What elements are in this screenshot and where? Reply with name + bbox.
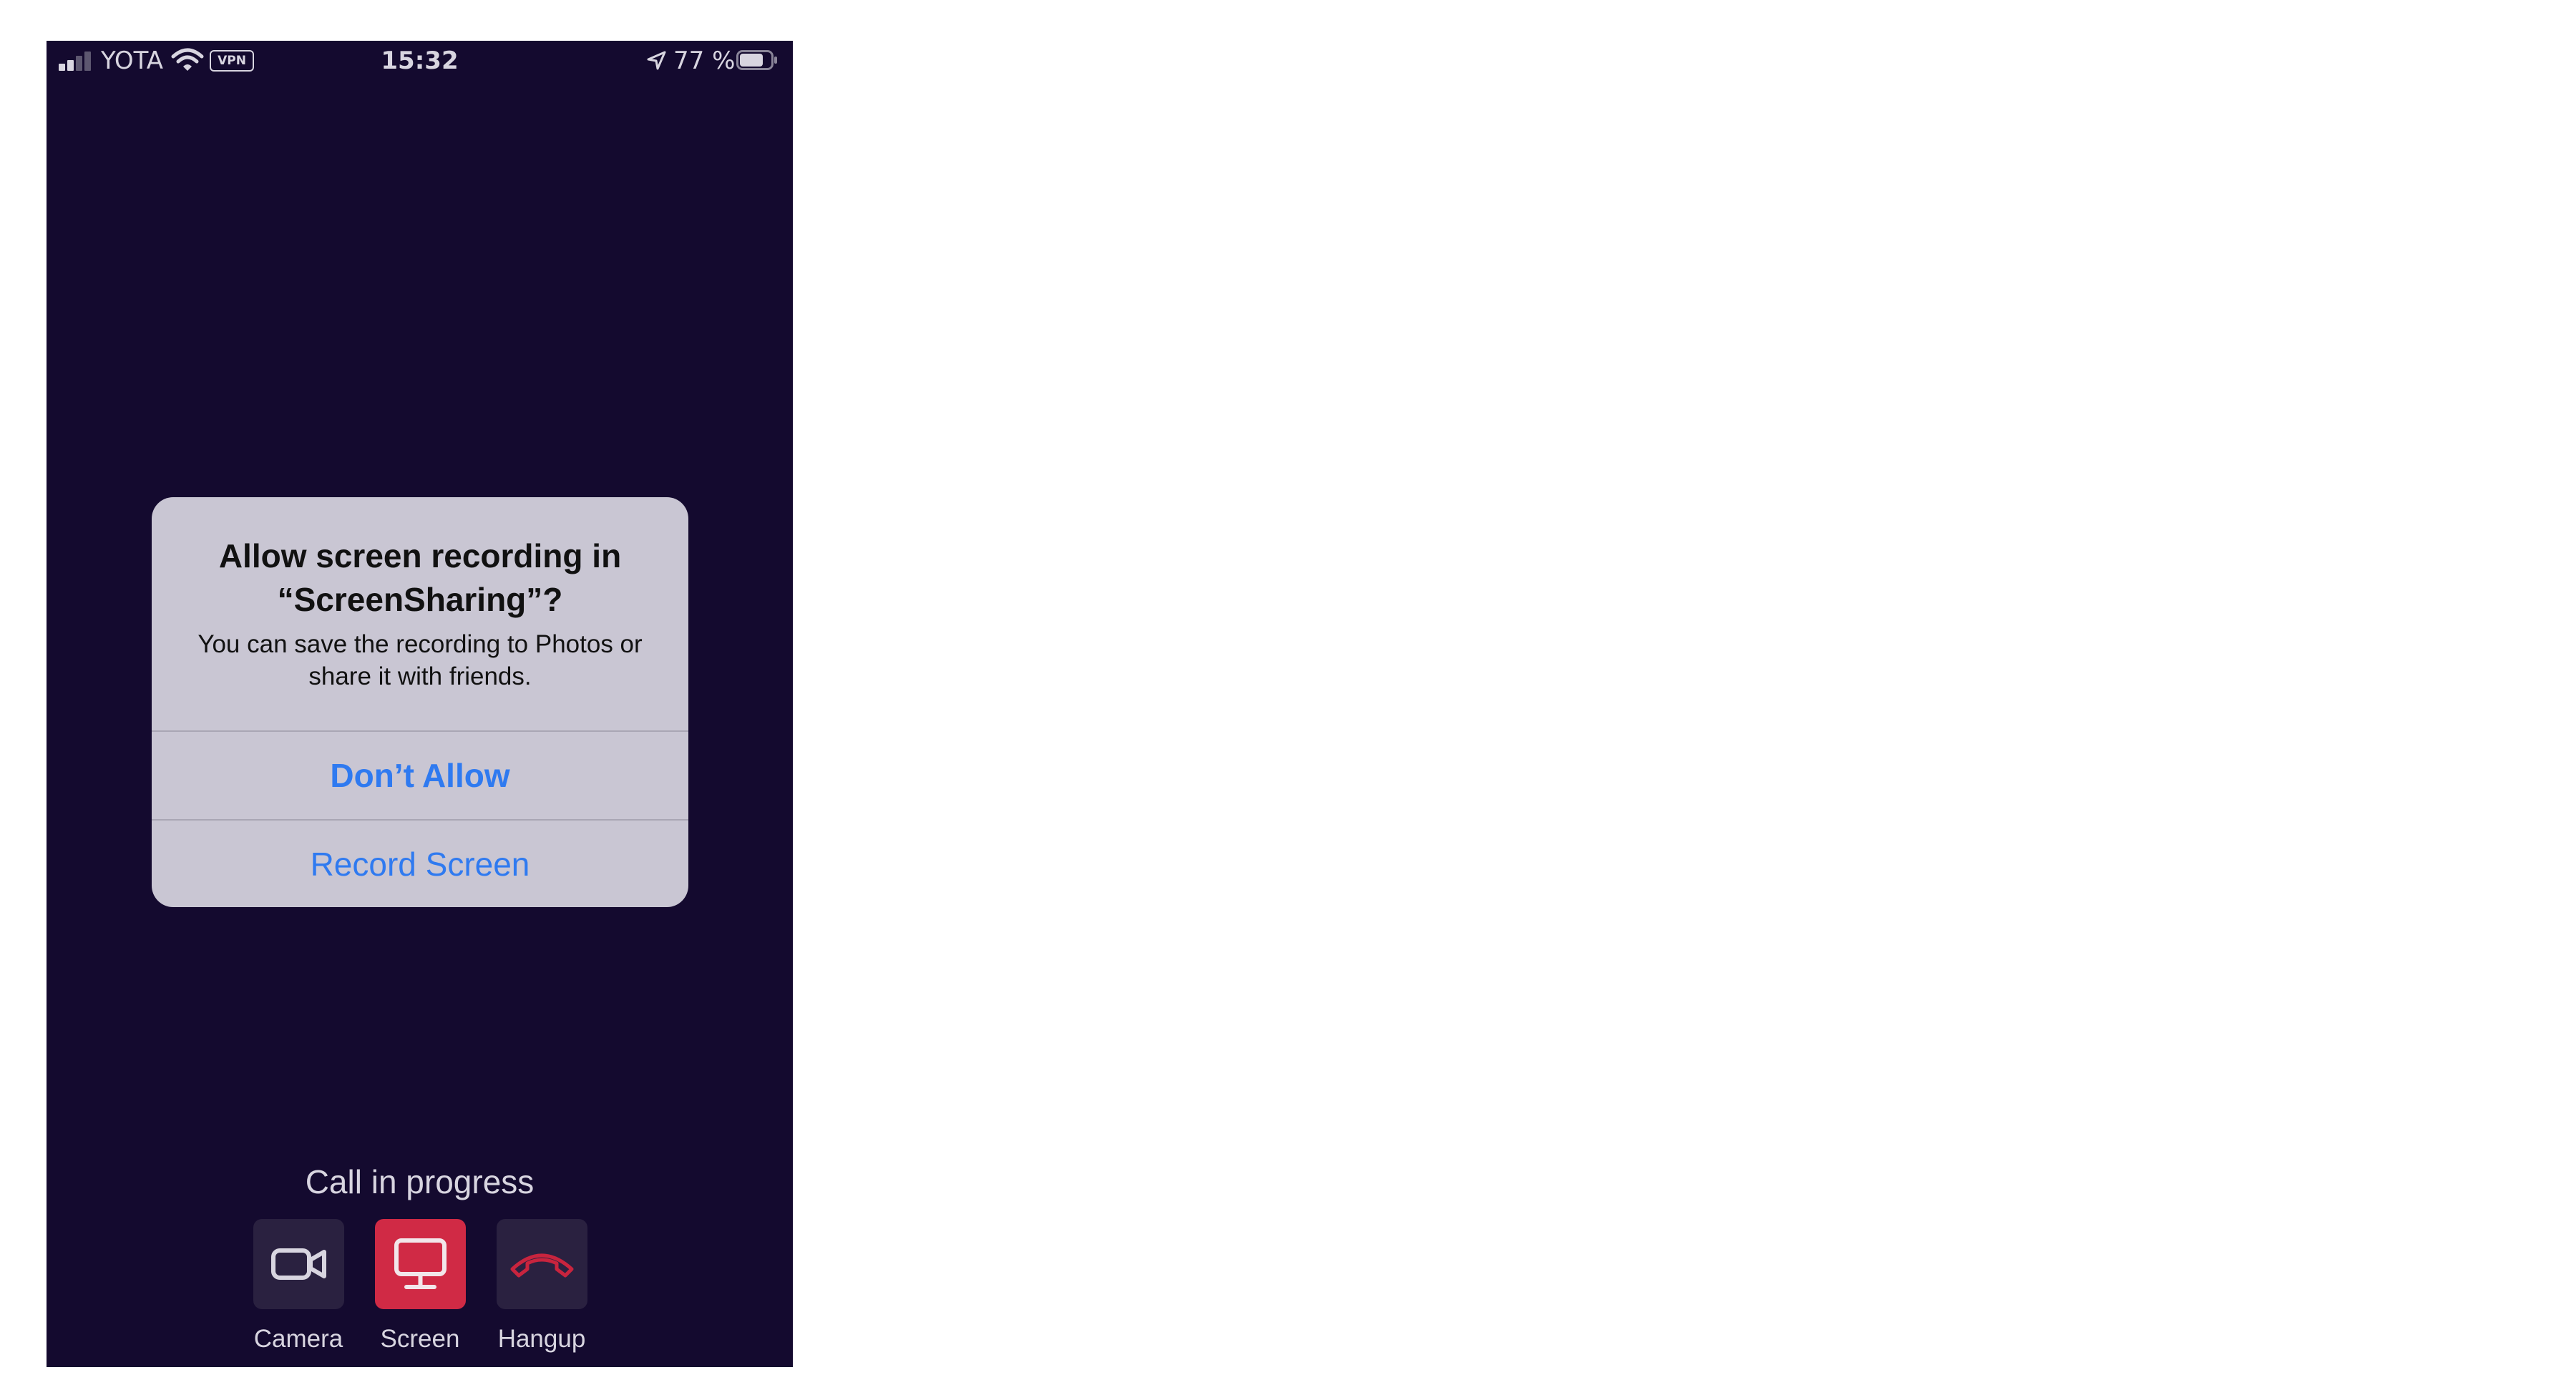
alert-message: You can save the recording to Photos or … [197, 630, 643, 690]
status-bar: YOTA VPN 15:32 77 % [47, 41, 793, 84]
battery-icon [736, 50, 777, 70]
battery-percentage: 77 % [673, 46, 736, 75]
call-status-text: Call in progress [305, 1163, 535, 1200]
dont-allow-button[interactable]: Don’t Allow [152, 732, 688, 819]
alert-title: Allow screen recording in “ScreenSharing… [218, 537, 622, 618]
hangup-label: Hangup [497, 1325, 586, 1353]
location-arrow-icon [647, 51, 666, 70]
record-screen-button[interactable]: Record Screen [152, 821, 688, 907]
screen-recording-permission-alert: Allow screen recording in “ScreenSharing… [152, 497, 688, 907]
hangup-button[interactable] [497, 1219, 587, 1309]
monitor-icon [394, 1238, 447, 1289]
screen-share-button[interactable] [375, 1219, 466, 1309]
video-camera-icon [271, 1248, 326, 1280]
phone-screen: YOTA VPN 15:32 77 % Allow screen recordi… [47, 41, 793, 1367]
hangup-phone-icon [510, 1253, 574, 1278]
camera-button[interactable] [253, 1219, 344, 1309]
